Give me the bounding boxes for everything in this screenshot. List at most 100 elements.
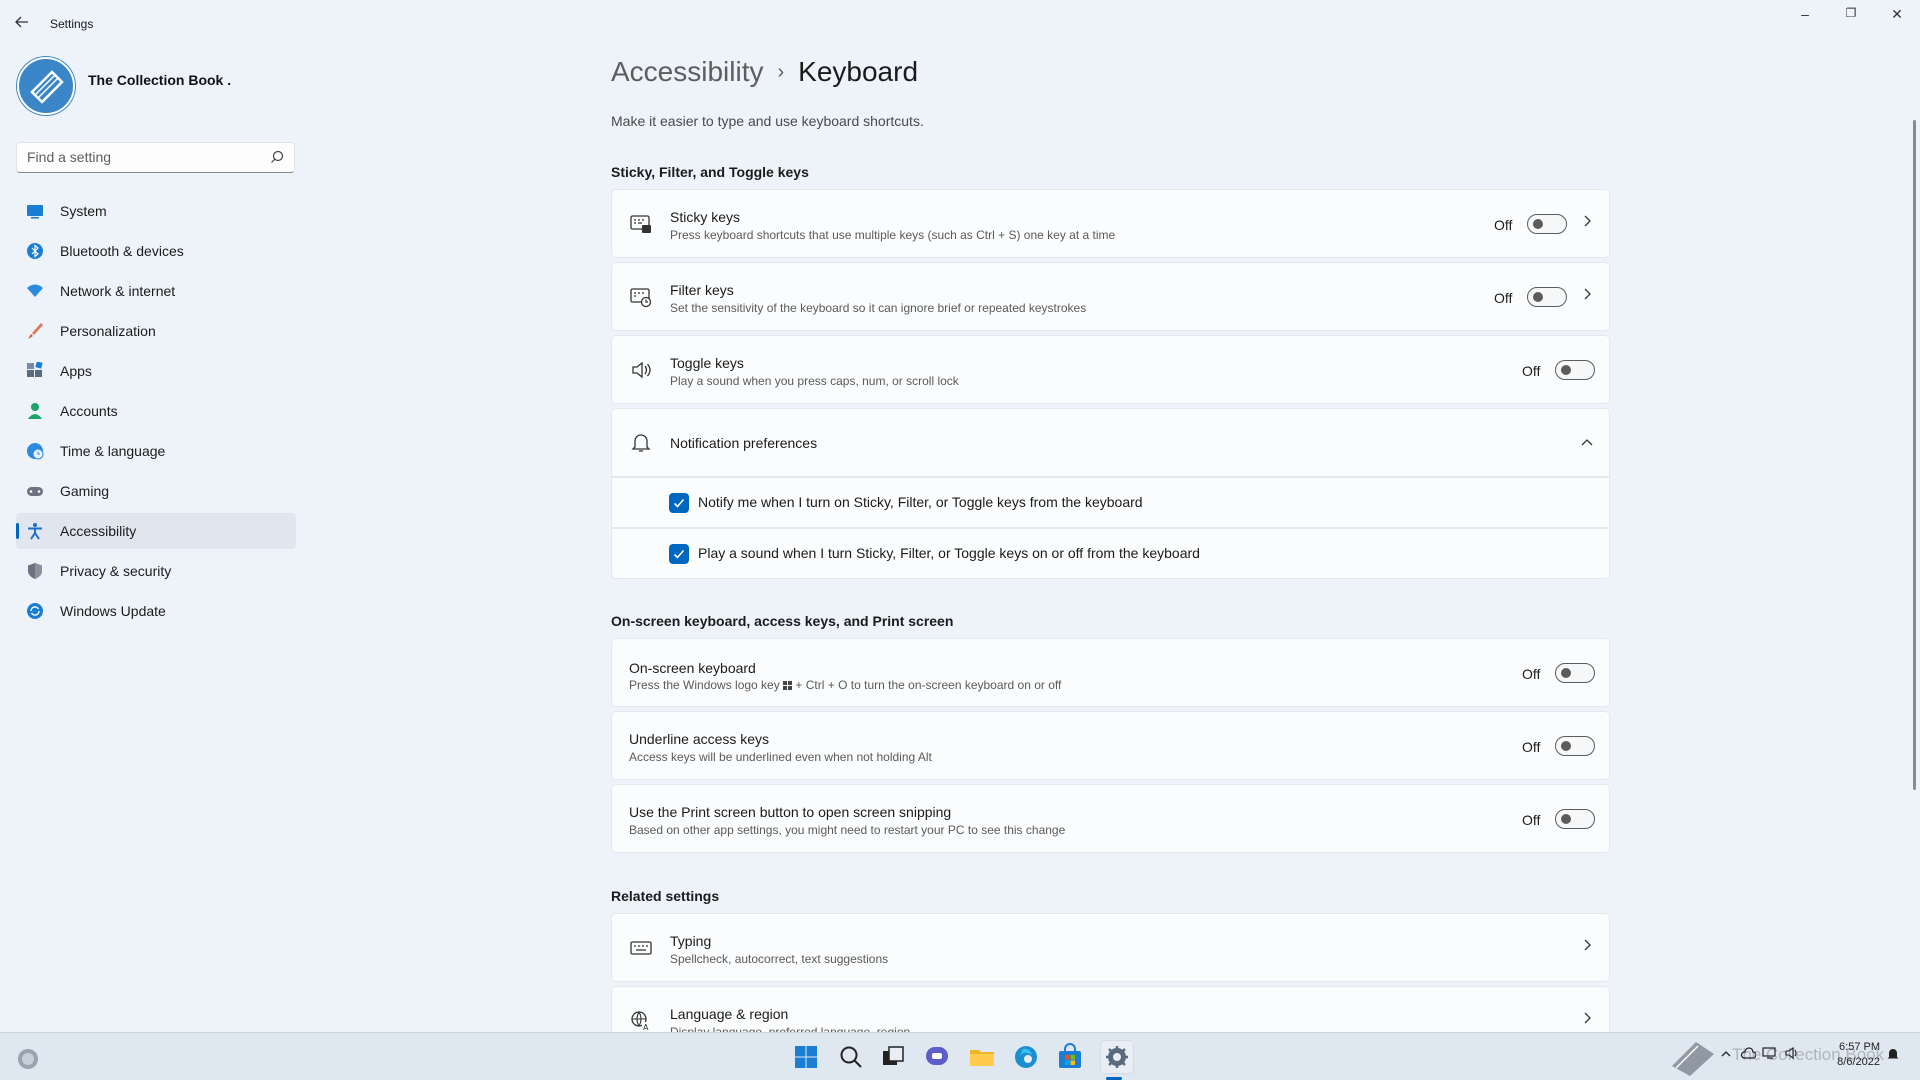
filter-keys-toggle[interactable]	[1527, 287, 1567, 307]
avatar	[16, 56, 76, 116]
chevron-right-icon	[1582, 214, 1592, 231]
print-screen-title: Use the Print screen button to open scre…	[629, 804, 952, 820]
active-indicator	[16, 523, 19, 539]
toggle-keys-card[interactable]: Toggle keys Play a sound when you press …	[611, 335, 1610, 404]
notify-option-row[interactable]: Notify me when I turn on Sticky, Filter,…	[611, 477, 1610, 528]
sidebar-item-windows-update[interactable]: Windows Update	[16, 593, 296, 629]
sidebar-item-privacy[interactable]: Privacy & security	[16, 553, 296, 589]
apps-icon	[27, 362, 43, 377]
back-arrow-icon[interactable]	[14, 14, 34, 34]
breadcrumb: Accessibility › Keyboard	[611, 56, 918, 88]
minimize-button[interactable]: –	[1782, 6, 1828, 26]
sidebar-item-apps[interactable]: Apps	[16, 353, 296, 389]
vertical-scrollbar[interactable]	[1913, 120, 1916, 790]
windows-logo-icon	[783, 681, 793, 690]
section-title-onscreen: On-screen keyboard, access keys, and Pri…	[611, 613, 954, 629]
toggle-knob	[1561, 814, 1571, 824]
sidebar-item-network[interactable]: Network & internet	[16, 273, 296, 309]
sidebar-item-personalization[interactable]: Personalization	[16, 313, 296, 349]
widgets-icon[interactable]	[16, 1047, 40, 1071]
sticky-keys-title: Sticky keys	[670, 209, 741, 225]
settings-taskbar-button[interactable]	[1100, 1040, 1134, 1074]
file-explorer-icon[interactable]	[968, 1043, 996, 1071]
edge-icon[interactable]	[1012, 1043, 1040, 1071]
toggle-knob	[1561, 741, 1571, 751]
print-screen-toggle[interactable]	[1555, 809, 1595, 829]
chevron-right-icon	[1582, 1011, 1592, 1028]
underline-access-keys-toggle[interactable]	[1555, 736, 1595, 756]
sidebar-item-accounts[interactable]: Accounts	[16, 393, 296, 429]
search-input[interactable]	[27, 149, 257, 165]
typing-description: Spellcheck, autocorrect, text suggestion…	[670, 952, 889, 966]
toggle-knob	[1533, 219, 1543, 229]
onscreen-keyboard-toggle[interactable]	[1555, 663, 1595, 683]
bluetooth-icon	[27, 243, 43, 259]
clock-time: 6:57 PM	[1839, 1041, 1880, 1053]
filter-keys-card[interactable]: Filter keys Set the sensitivity of the k…	[611, 262, 1610, 331]
notify-option-label: Notify me when I turn on Sticky, Filter,…	[698, 493, 1143, 510]
search-icon	[271, 150, 284, 163]
chevron-right-icon	[1582, 287, 1592, 304]
restore-button[interactable]: ❐	[1828, 6, 1874, 26]
filter-keys-state: Off	[1494, 290, 1513, 306]
underline-access-keys-card[interactable]: Underline access keys Access keys will b…	[611, 711, 1610, 780]
toggle-knob	[1533, 292, 1543, 302]
notification-bell-icon[interactable]	[1886, 1047, 1900, 1061]
onscreen-keyboard-state: Off	[1522, 666, 1541, 682]
accounts-icon	[28, 403, 42, 419]
bell-icon	[631, 433, 651, 452]
sticky-keys-toggle[interactable]	[1527, 214, 1567, 234]
close-button[interactable]: ✕	[1874, 6, 1920, 26]
breadcrumb-parent[interactable]: Accessibility	[611, 56, 763, 87]
accessibility-icon	[28, 523, 42, 540]
task-view-icon[interactable]	[879, 1043, 907, 1071]
notification-preferences-title: Notification preferences	[670, 435, 818, 451]
toggle-keys-state: Off	[1522, 363, 1541, 379]
sidebar-item-bluetooth[interactable]: Bluetooth & devices	[16, 233, 296, 269]
cloud-icon[interactable]	[1740, 1046, 1756, 1060]
language-icon: A	[631, 1010, 651, 1032]
toggle-keys-description: Play a sound when you press caps, num, o…	[670, 374, 959, 388]
keyboard-icon	[630, 940, 652, 955]
sidebar-item-accessibility[interactable]: Accessibility	[16, 513, 296, 549]
chat-icon[interactable]	[923, 1043, 951, 1071]
user-profile[interactable]: The Collection Book .	[16, 56, 306, 118]
sticky-keys-card[interactable]: Sticky keys Press keyboard shortcuts tha…	[611, 189, 1610, 258]
underline-access-keys-title: Underline access keys	[629, 731, 770, 747]
toggle-keys-toggle[interactable]	[1555, 360, 1595, 380]
search-icon[interactable]	[837, 1043, 865, 1071]
related-typing-card[interactable]: Typing Spellcheck, autocorrect, text sug…	[611, 913, 1610, 982]
network-status-icon[interactable]	[1762, 1046, 1778, 1060]
taskbar	[0, 1032, 1920, 1080]
sound-checkbox[interactable]	[669, 543, 689, 564]
sidebar-item-time-language[interactable]: Time & language	[16, 433, 296, 469]
sticky-keys-state: Off	[1494, 217, 1513, 233]
sidebar-item-system[interactable]: System	[16, 193, 296, 229]
notify-checkbox[interactable]	[669, 492, 689, 513]
book-logo-icon	[17, 57, 75, 115]
volume-icon[interactable]	[1784, 1046, 1800, 1060]
store-icon[interactable]	[1056, 1043, 1084, 1071]
underline-access-keys-state: Off	[1522, 739, 1541, 755]
onscreen-keyboard-description: Press the Windows logo key + Ctrl + O to…	[629, 678, 1062, 692]
notification-preferences-header[interactable]: Notification preferences	[611, 408, 1610, 477]
print-screen-card[interactable]: Use the Print screen button to open scre…	[611, 784, 1610, 853]
network-icon	[27, 284, 43, 297]
section-title-related: Related settings	[611, 888, 720, 904]
chevron-up-icon[interactable]	[1580, 435, 1594, 451]
onscreen-keyboard-card[interactable]: On-screen keyboard Press the Windows log…	[611, 638, 1610, 707]
start-icon[interactable]	[792, 1043, 820, 1071]
sound-option-label: Play a sound when I turn Sticky, Filter,…	[698, 544, 1200, 561]
breadcrumb-separator: ›	[777, 61, 785, 83]
clock[interactable]: 6:57 PM 8/6/2022	[1818, 1040, 1880, 1070]
system-icon	[27, 205, 43, 219]
sidebar-item-gaming[interactable]: Gaming	[16, 473, 296, 509]
page-title: Keyboard	[798, 56, 919, 87]
search-box[interactable]	[16, 142, 295, 173]
title-bar: Settings – ❐ ✕	[0, 0, 1920, 48]
sound-option-row[interactable]: Play a sound when I turn Sticky, Filter,…	[611, 528, 1610, 579]
app-title: Settings	[50, 17, 94, 31]
chevron-right-icon	[1582, 938, 1592, 955]
filter-keys-icon	[630, 287, 652, 307]
chevron-up-icon[interactable]	[1720, 1049, 1732, 1059]
